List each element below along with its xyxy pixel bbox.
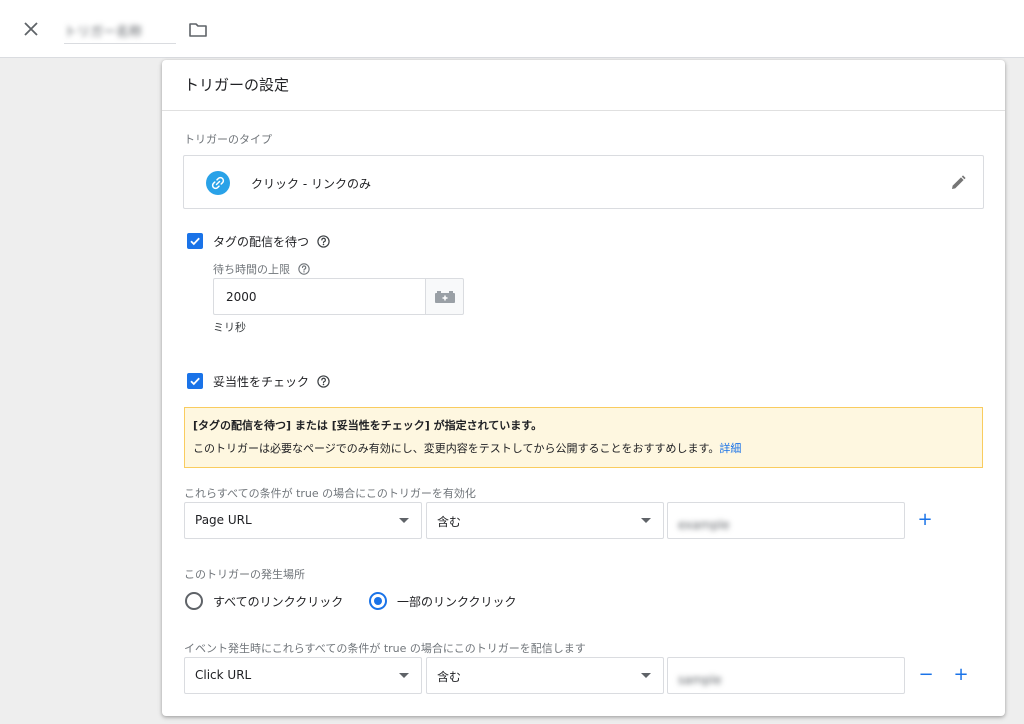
trigger-config-panel: トリガーの設定 トリガーのタイプ クリック - リンクのみ タグの配信を待つ 待… — [162, 60, 1005, 716]
warning-banner: [タグの配信を待つ] または [妥当性をチェック] が指定されています。 このト… — [184, 407, 983, 468]
wait-for-tags-label: タグの配信を待つ — [213, 234, 310, 249]
max-wait-unit: ミリ秒 — [213, 321, 246, 334]
warning-body-row: このトリガーは必要なページでのみ有効にし、変更内容をテストしてから公開することを… — [193, 440, 974, 456]
fire-operator-select[interactable]: 含む — [426, 657, 664, 694]
add-condition-button[interactable]: + — [914, 509, 936, 531]
wait-for-tags-checkbox[interactable] — [187, 233, 203, 249]
radio-all-link-clicks-label: すべてのリンククリック — [213, 594, 344, 609]
enable-operator-select[interactable]: 含む — [426, 502, 664, 539]
max-wait-input[interactable] — [213, 278, 425, 315]
fire-variable-value: Click URL — [195, 668, 252, 682]
enable-value-text: example — [678, 518, 730, 532]
chevron-down-icon — [399, 673, 409, 678]
chevron-down-icon — [399, 518, 409, 523]
link-icon — [206, 171, 230, 195]
help-icon[interactable] — [316, 374, 330, 388]
trigger-name-text: トリガー名称 — [64, 25, 143, 40]
help-icon[interactable] — [316, 234, 330, 248]
chevron-down-icon — [641, 518, 651, 523]
max-wait-label: 待ち時間の上限 — [213, 263, 290, 276]
wait-for-tags-row: タグの配信を待つ — [187, 231, 330, 251]
add-condition-button[interactable]: + — [950, 664, 972, 686]
variable-picker-icon[interactable] — [425, 278, 464, 315]
radio-all-link-clicks-button[interactable] — [185, 592, 203, 610]
warning-title: [タグの配信を待つ] または [妥当性をチェック] が指定されています。 — [193, 419, 543, 432]
enable-conditions-label: これらすべての条件が true の場合にこのトリガーを有効化 — [184, 487, 476, 500]
check-validation-label: 妥当性をチェック — [213, 374, 310, 389]
check-validation-row: 妥当性をチェック — [187, 371, 330, 391]
trigger-type-value: クリック - リンクのみ — [251, 177, 371, 191]
max-wait-row: 待ち時間の上限 — [213, 261, 311, 277]
trigger-type-label: トリガーのタイプ — [184, 133, 272, 146]
radio-all-link-clicks[interactable]: すべてのリンククリック — [185, 590, 343, 612]
trigger-name-field[interactable]: トリガー名称 — [64, 18, 176, 44]
top-bar: トリガー名称 — [0, 0, 1024, 58]
enable-variable-select[interactable]: Page URL — [184, 502, 422, 539]
fire-value-input[interactable]: sample — [667, 657, 905, 694]
radio-some-link-clicks-label: 一部のリンククリック — [397, 594, 517, 609]
chevron-down-icon — [641, 673, 651, 678]
folder-icon[interactable] — [186, 18, 210, 42]
check-validation-checkbox[interactable] — [187, 373, 203, 389]
help-icon[interactable] — [297, 262, 311, 276]
enable-variable-value: Page URL — [195, 513, 252, 527]
fires-on-label: このトリガーの発生場所 — [184, 568, 305, 581]
fire-value-text: sample — [678, 673, 722, 687]
enable-operator-value: 含む — [437, 515, 462, 529]
learn-more-link[interactable]: 詳細 — [719, 442, 741, 455]
pencil-icon[interactable] — [947, 172, 969, 194]
trigger-type-selector[interactable]: クリック - リンクのみ — [183, 155, 984, 209]
fire-operator-value: 含む — [437, 670, 462, 684]
remove-condition-button[interactable]: − — [915, 664, 937, 686]
close-icon[interactable] — [18, 16, 44, 42]
fire-variable-select[interactable]: Click URL — [184, 657, 422, 694]
radio-some-link-clicks[interactable]: 一部のリンククリック — [369, 590, 517, 612]
warning-body: このトリガーは必要なページでのみ有効にし、変更内容をテストしてから公開することを… — [193, 442, 720, 455]
enable-value-input[interactable]: example — [667, 502, 905, 539]
panel-title: トリガーの設定 — [162, 60, 1005, 111]
fire-conditions-label: イベント発生時にこれらすべての条件が true の場合にこのトリガーを配信します — [184, 642, 586, 655]
radio-some-link-clicks-button[interactable] — [369, 592, 387, 610]
